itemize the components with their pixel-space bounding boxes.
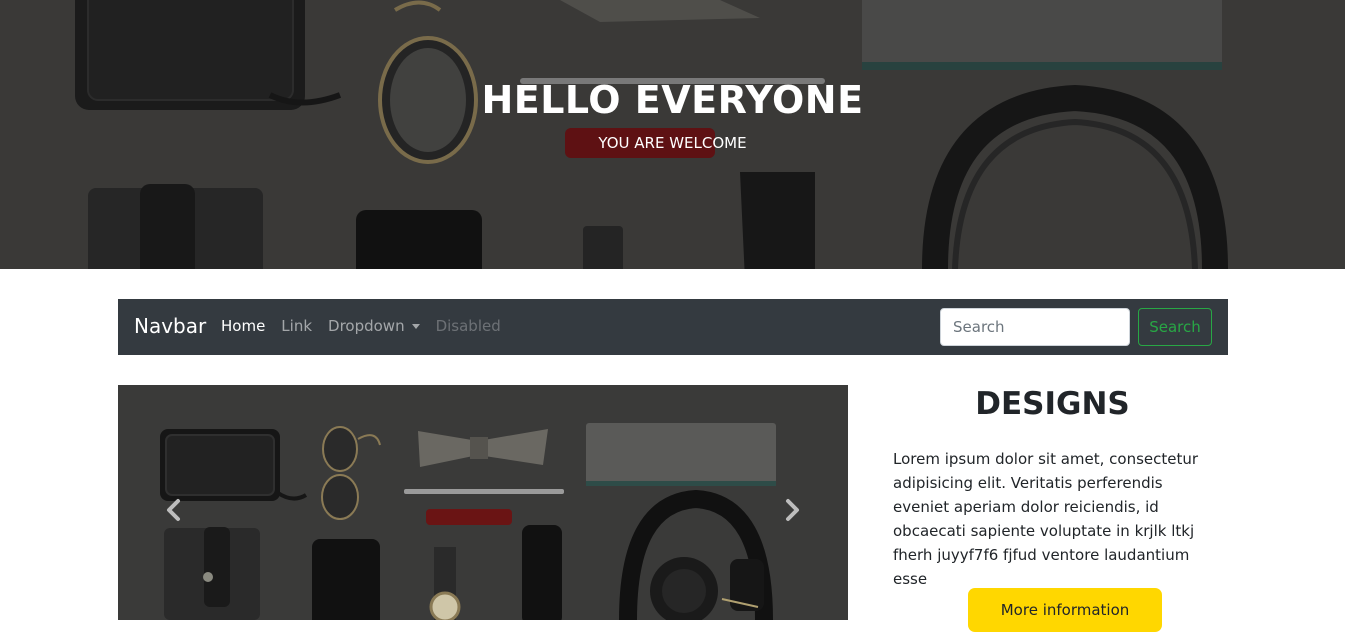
more-information-button[interactable]: More information (968, 588, 1162, 632)
designs-heading: DESIGNS (975, 386, 1130, 422)
search-input[interactable] (940, 308, 1130, 346)
chevron-left-icon[interactable] (163, 495, 183, 525)
designs-description: Lorem ipsum dolor sit amet, consectetur … (893, 450, 1199, 588)
hero-title: HELLO EVERYONE (481, 78, 864, 122)
hero-banner: HELLO EVERYONE YOU ARE WELCOME (0, 0, 1345, 269)
search-button[interactable]: Search (1138, 308, 1212, 346)
image-carousel (118, 385, 848, 620)
navbar-brand[interactable]: Navbar (134, 314, 206, 338)
nav-link-disabled: Disabled (435, 317, 501, 335)
caret-down-icon (411, 323, 420, 329)
chevron-right-icon[interactable] (783, 495, 803, 525)
nav-links: Home Link Dropdown Disabled (221, 317, 517, 335)
nav-link-home[interactable]: Home (221, 317, 265, 335)
carousel-slide-image (118, 385, 848, 620)
hero-subtitle: YOU ARE WELCOME (598, 134, 747, 152)
navbar: Navbar Home Link Dropdown Disabled Searc… (118, 299, 1228, 355)
nav-link-link[interactable]: Link (281, 317, 312, 335)
nav-dropdown-label: Dropdown (328, 317, 405, 335)
nav-dropdown-toggle[interactable]: Dropdown (328, 317, 420, 335)
